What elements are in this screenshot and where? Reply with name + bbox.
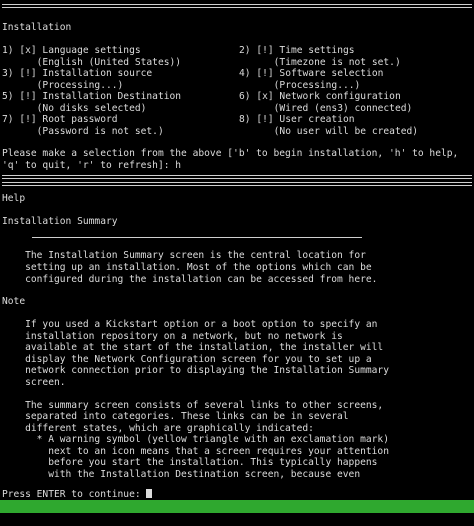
terminal-screen[interactable]: Installation 1) [x] Language settings (E…	[2, 0, 472, 498]
top-separator	[2, 4, 472, 8]
menu-item-installation-destination[interactable]: 5) [!] Installation Destination (No disk…	[2, 91, 181, 115]
menu-item-label: 8) [!] User creation	[239, 114, 355, 125]
help-section-title: Installation Summary	[2, 216, 118, 227]
help-separator-2	[2, 182, 472, 186]
menu-item-label: 3) [!] Installation source	[2, 68, 153, 79]
summary-line: The Installation Summary screen is the c…	[2, 250, 366, 261]
menu-item-label: 1) [x] Language settings	[2, 45, 141, 56]
menu-item-label: 4) [!] Software selection	[239, 68, 384, 79]
prompt-line-1: Please make a selection from the above […	[2, 148, 459, 159]
note-line: If you used a Kickstart option or a boot…	[2, 319, 378, 330]
tmux-status-bar: [anaconda]1:main* 2:shell 3:log 4:storage-l…	[0, 500, 474, 525]
section-divider	[32, 237, 362, 238]
menu-item-label: 7) [!] Root password	[2, 114, 118, 125]
prompt-line-2: 'q' to quit, 'r' to refresh]: h	[2, 160, 182, 171]
summary-line: configured during the installation can b…	[2, 274, 378, 285]
tmux-window-main[interactable]: 1:main*	[69, 513, 109, 526]
menu-item-language-settings[interactable]: 1) [x] Language settings (English (Unite…	[2, 45, 181, 69]
menu-item-root-password[interactable]: 7) [!] Root password (Password is not se…	[2, 114, 164, 138]
tmux-session-name: [anaconda]	[11, 514, 70, 525]
states-line: * A warning symbol (yellow triangle with…	[2, 434, 389, 445]
tmux-window-log[interactable]: 3:log	[164, 513, 193, 526]
menu-item-label: 5) [!] Installation Destination	[2, 91, 182, 102]
note-label: Note	[2, 296, 26, 307]
summary-line: setting up an installation. Most of the …	[2, 262, 372, 273]
note-line: available at the start of the installati…	[2, 342, 384, 353]
states-line: separated into categories. These links c…	[2, 411, 349, 422]
tmux-window-shell[interactable]: 2:shell	[117, 513, 157, 526]
text-cursor	[146, 489, 153, 498]
menu-item-status: (No user will be created)	[239, 126, 419, 137]
press-enter-prompt[interactable]: Press ENTER to continue:	[2, 489, 153, 498]
note-line: network connection prior to displaying t…	[2, 365, 389, 376]
installation-title: Installation	[2, 22, 72, 33]
press-enter-text: Press ENTER to continue:	[2, 489, 147, 498]
menu-item-time-settings[interactable]: 2) [!] Time settings (Timezone is not se…	[239, 45, 401, 69]
note-line: screen.	[2, 377, 66, 388]
states-line: before you start the installation. This …	[2, 457, 378, 468]
tmux-window-storage-log[interactable]: 4:storage-log	[200, 513, 275, 526]
menu-item-label: 6) [x] Network configuration	[239, 91, 401, 102]
help-separator	[2, 175, 472, 179]
menu-item-installation-source[interactable]: 3) [!] Installation source (Processing..…	[2, 68, 152, 92]
menu-item-status: (Password is not set.)	[2, 126, 164, 137]
menu-item-software-selection[interactable]: 4) [!] Software selection (Processing...…	[239, 68, 383, 92]
tmux-window-program-log[interactable]: 5:program-log	[282, 513, 357, 526]
help-title: Help	[2, 193, 26, 204]
menu-item-user-creation[interactable]: 8) [!] User creation (No user will be cr…	[239, 114, 418, 138]
states-line: with the Installation Destination screen…	[2, 469, 361, 480]
menu-item-label: 2) [!] Time settings	[239, 45, 355, 56]
menu-item-network-configuration[interactable]: 6) [x] Network configuration (Wired (ens…	[239, 91, 412, 115]
